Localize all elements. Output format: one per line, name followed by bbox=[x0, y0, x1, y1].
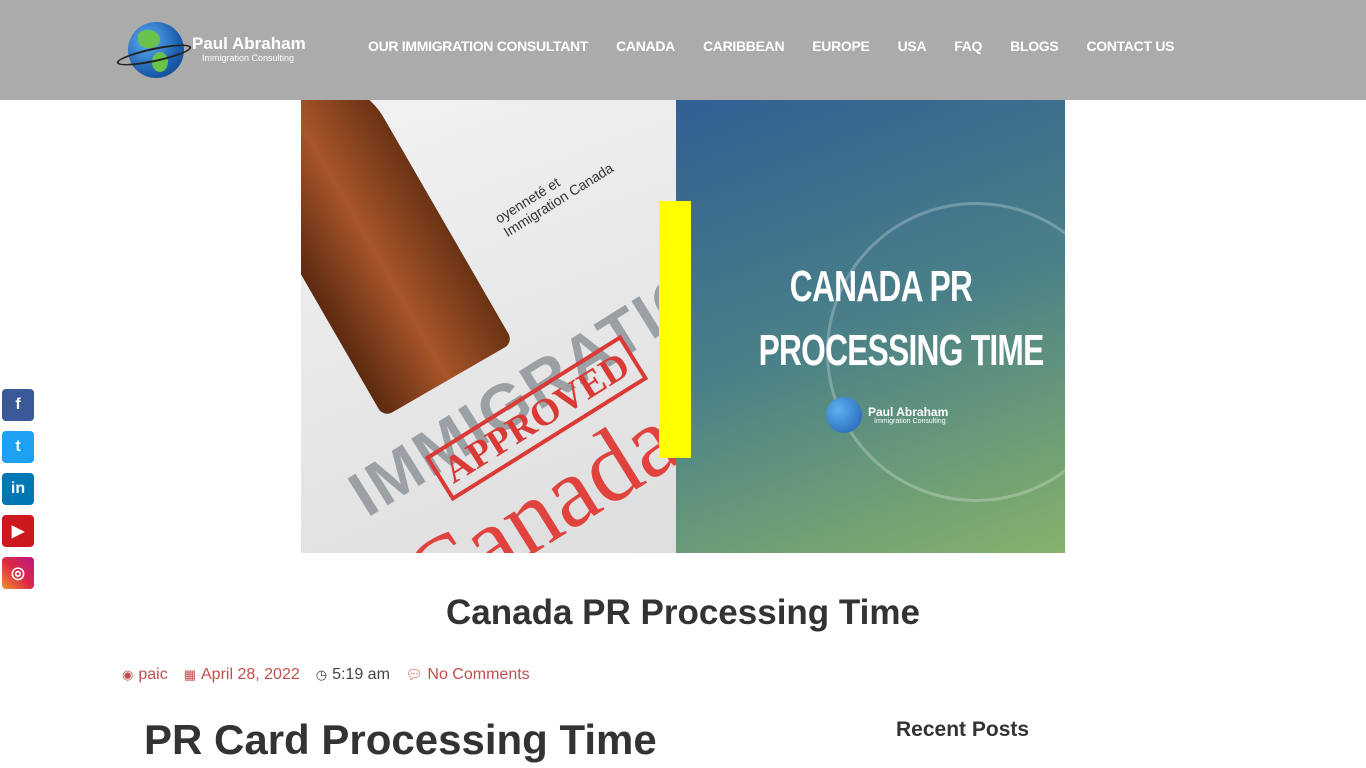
stopwatch-overlay bbox=[676, 92, 1065, 553]
post-meta: ◉ paic ▦ April 28, 2022 ◷ 5:19 am 💬︎ No Comm… bbox=[122, 666, 530, 684]
nav-caribbean[interactable]: CARIBBEAN bbox=[703, 38, 785, 54]
nav-canada[interactable]: CANADA bbox=[616, 38, 675, 54]
twitter-icon[interactable]: t bbox=[2, 431, 34, 463]
post-time: 5:19 am bbox=[332, 666, 390, 683]
youtube-icon[interactable]: ▶ bbox=[2, 515, 34, 547]
linkedin-icon[interactable]: in bbox=[2, 473, 34, 505]
main-nav: OUR IMMIGRATION CONSULTANT CANADA CARIBB… bbox=[368, 38, 1202, 54]
accent-bar bbox=[659, 201, 691, 458]
government-text: oyenneté et Immigration Canada bbox=[492, 159, 616, 240]
recent-posts-heading: Recent Posts bbox=[896, 718, 1030, 741]
hero-logo-sub: Immigration Consulting bbox=[874, 418, 946, 425]
social-share-bar: f t in ▶ ◎ bbox=[2, 389, 34, 599]
site-logo[interactable]: Paul Abraham Immigration Consulting bbox=[115, 20, 316, 80]
hero-title-line2: PROCESSING TIME bbox=[758, 326, 1045, 375]
stamp-graphic bbox=[301, 92, 514, 418]
nav-faq[interactable]: FAQ bbox=[954, 38, 982, 54]
nav-usa[interactable]: USA bbox=[898, 38, 927, 54]
nav-europe[interactable]: EUROPE bbox=[812, 38, 870, 54]
site-header: Paul Abraham Immigration Consulting OUR … bbox=[0, 0, 1366, 100]
logo-name: Paul Abraham bbox=[192, 34, 306, 53]
post-title: Canada PR Processing Time bbox=[446, 593, 920, 632]
comment-icon: 💬︎ bbox=[405, 667, 423, 682]
user-icon: ◉ bbox=[122, 667, 134, 682]
hero-logo-name: Paul Abraham bbox=[868, 405, 949, 419]
globe-icon bbox=[826, 397, 862, 433]
section-heading: PR Card Processing Time bbox=[144, 716, 657, 763]
nav-contact-us[interactable]: CONTACT US bbox=[1086, 38, 1174, 54]
facebook-icon[interactable]: f bbox=[2, 389, 34, 421]
stamp-photo: IMMIGRATION oyenneté et Immigration Cana… bbox=[301, 92, 677, 553]
calendar-icon: ▦ bbox=[183, 667, 196, 682]
date-link[interactable]: April 28, 2022 bbox=[201, 666, 300, 683]
logo-subtitle: Immigration Consulting bbox=[202, 53, 295, 63]
comments-link[interactable]: No Comments bbox=[427, 666, 529, 683]
author-link[interactable]: paic bbox=[138, 666, 167, 683]
clock-icon: ◷ bbox=[315, 667, 328, 682]
instagram-icon[interactable]: ◎ bbox=[2, 557, 34, 589]
nav-our-immigration-consultant[interactable]: OUR IMMIGRATION CONSULTANT bbox=[368, 38, 588, 54]
featured-image: IMMIGRATION oyenneté et Immigration Cana… bbox=[301, 92, 1065, 553]
hero-title-line1: CANADA PR bbox=[789, 262, 973, 311]
nav-blogs[interactable]: BLOGS bbox=[1010, 38, 1059, 54]
